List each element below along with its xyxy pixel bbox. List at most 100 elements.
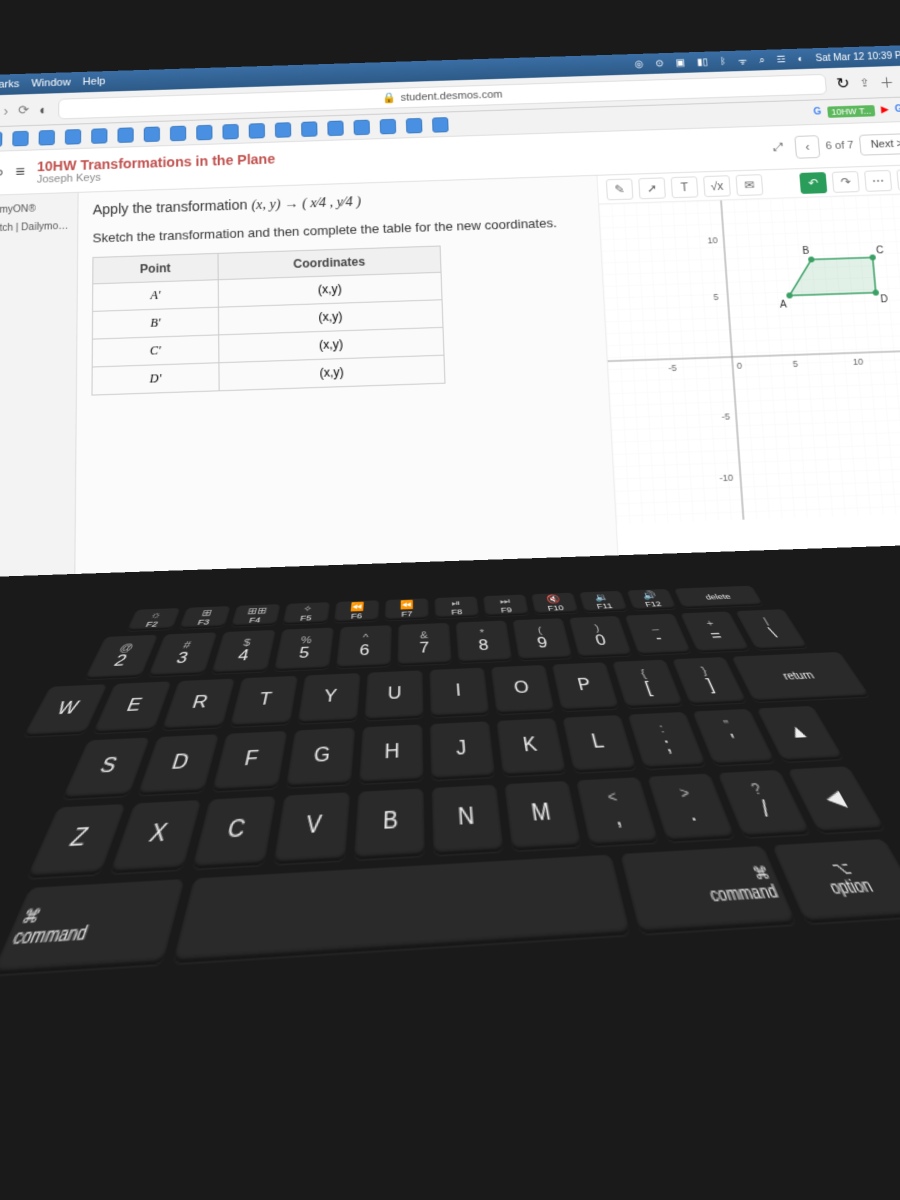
bookmark-icon[interactable] xyxy=(380,118,397,134)
reload-icon[interactable]: ↻ xyxy=(835,74,850,93)
menu-icon[interactable]: ≡ xyxy=(15,164,25,181)
key-f4[interactable]: ⊞⊞F4 xyxy=(231,604,281,627)
expand-icon[interactable]: ⤢ xyxy=(773,140,784,155)
key-f6[interactable]: ⏪F6 xyxy=(334,600,380,622)
math-tool[interactable]: √x xyxy=(703,175,731,197)
close-button[interactable]: ✕ xyxy=(896,168,900,190)
new-tab-button[interactable]: ＋ xyxy=(879,72,895,91)
key-4[interactable]: $4 xyxy=(211,630,276,674)
focus-icon[interactable]: ◎ xyxy=(634,59,643,69)
bluetooth-icon[interactable]: ᛒ xyxy=(720,56,727,66)
key-semicolon[interactable]: :; xyxy=(627,712,706,769)
youtube-icon[interactable]: ▶ xyxy=(881,105,890,116)
bookmark-icon[interactable] xyxy=(406,117,423,133)
key-2[interactable]: @2 xyxy=(84,635,158,680)
key-f2[interactable]: ☼F2 xyxy=(126,608,180,631)
reload-button[interactable]: ⟳ xyxy=(18,102,29,117)
key-x[interactable]: X xyxy=(110,800,202,873)
bookmark-icon[interactable] xyxy=(91,128,107,144)
key-0[interactable]: )0 xyxy=(569,616,633,658)
key-n[interactable]: N xyxy=(432,785,504,855)
search-icon[interactable]: ⌕ xyxy=(759,55,765,65)
key-f12[interactable]: 🔊F12 xyxy=(626,589,676,610)
redo-button[interactable]: ↷ xyxy=(832,171,860,193)
key-9[interactable]: (9 xyxy=(512,618,572,660)
key-8[interactable]: *8 xyxy=(455,621,512,664)
google-shortcut[interactable]: G xyxy=(813,107,822,118)
wifi-icon[interactable]: ᯤ xyxy=(737,54,747,67)
key-bracket-left[interactable]: {[ xyxy=(612,660,684,708)
clock-text[interactable]: Sat Mar 12 10:39 PM xyxy=(815,50,900,63)
key-g[interactable]: G xyxy=(286,728,355,788)
forward-button[interactable]: › xyxy=(3,103,8,118)
key-t[interactable]: T xyxy=(230,676,298,727)
bookmark-icon[interactable] xyxy=(65,129,81,145)
bookmark-icon[interactable] xyxy=(196,124,212,140)
tab-badge[interactable]: 10HW T... xyxy=(827,105,876,118)
prev-page-button[interactable]: ‹ xyxy=(795,135,821,159)
bookmark-icon[interactable] xyxy=(301,121,317,137)
undo-button[interactable]: ↶ xyxy=(799,172,827,194)
key-return[interactable]: return xyxy=(731,652,870,702)
extension-icon[interactable]: ◐ xyxy=(39,101,48,116)
menu-item[interactable]: marks xyxy=(0,79,19,91)
key-f11[interactable]: 🔉F11 xyxy=(579,591,628,613)
google-shortcut[interactable]: G xyxy=(894,104,900,115)
control-center-icon[interactable]: ☲ xyxy=(776,54,786,64)
more-button[interactable]: ⋯ xyxy=(864,169,892,191)
key-c[interactable]: C xyxy=(192,796,276,869)
key-p[interactable]: P xyxy=(552,662,620,711)
key-f10[interactable]: 🔇F10 xyxy=(531,593,579,615)
bookmark-icon[interactable] xyxy=(0,131,2,147)
key-y[interactable]: Y xyxy=(297,673,360,724)
bookmark-icon[interactable] xyxy=(39,129,55,145)
key-l[interactable]: L xyxy=(562,715,637,773)
bookmark-icon[interactable] xyxy=(170,125,186,141)
key-f[interactable]: F xyxy=(212,731,288,791)
text-tool[interactable]: T xyxy=(671,176,699,198)
bookmark-icon[interactable] xyxy=(327,120,343,136)
key-6[interactable]: ^6 xyxy=(336,625,392,668)
key-7[interactable]: &7 xyxy=(397,623,451,666)
key-r[interactable]: R xyxy=(161,679,235,731)
key-v[interactable]: V xyxy=(273,792,350,864)
key-m[interactable]: M xyxy=(504,781,582,851)
key-o[interactable]: O xyxy=(491,665,555,714)
key-i[interactable]: I xyxy=(429,668,489,718)
key-d[interactable]: D xyxy=(137,734,219,795)
note-tool[interactable]: ✉ xyxy=(735,174,763,196)
key-command-left[interactable]: ⌘command xyxy=(0,879,185,975)
coordinate-grid[interactable]: -5 0 5 10 5 10 -5 -10 A B C D xyxy=(599,193,900,524)
bookmark-icon[interactable] xyxy=(222,123,238,139)
key-5[interactable]: %5 xyxy=(274,628,334,672)
menu-item[interactable]: Window xyxy=(31,77,70,89)
bookmark-icon[interactable] xyxy=(249,123,265,139)
key-f8[interactable]: ⏯F8 xyxy=(434,596,479,618)
key-u[interactable]: U xyxy=(364,670,423,720)
key-s[interactable]: S xyxy=(62,737,150,799)
key-delete[interactable]: delete xyxy=(674,586,764,609)
pencil-tool[interactable]: ✎ xyxy=(606,178,634,200)
sidebar-item[interactable]: Watch | Dailymoti... xyxy=(0,217,71,238)
arrow-tool[interactable]: ➚ xyxy=(638,177,666,199)
key-b[interactable]: B xyxy=(354,788,425,859)
key-f3[interactable]: ⊞F3 xyxy=(179,606,231,629)
bookmark-icon[interactable] xyxy=(275,122,291,138)
key-comma[interactable]: <, xyxy=(576,777,659,846)
bookmark-icon[interactable] xyxy=(12,130,28,146)
menu-item[interactable]: Help xyxy=(83,76,106,88)
key-k[interactable]: K xyxy=(496,718,566,776)
share-button[interactable]: ⇪ xyxy=(859,76,870,89)
key-f9[interactable]: ⏭F9 xyxy=(483,595,529,617)
bookmark-icon[interactable] xyxy=(117,127,133,143)
key-f7[interactable]: ⏪F7 xyxy=(385,598,429,620)
key-command-right[interactable]: ⌘command xyxy=(620,846,797,934)
bookmark-icon[interactable] xyxy=(432,117,449,133)
next-page-button[interactable]: Next > xyxy=(859,133,900,156)
infinity-icon[interactable]: ∞ xyxy=(0,164,3,182)
key-minus[interactable]: _- xyxy=(625,614,692,656)
key-f5[interactable]: ✧F5 xyxy=(282,602,330,625)
key-spacebar[interactable] xyxy=(173,855,631,964)
bookmark-icon[interactable] xyxy=(144,126,160,142)
key-3[interactable]: #3 xyxy=(148,632,217,676)
